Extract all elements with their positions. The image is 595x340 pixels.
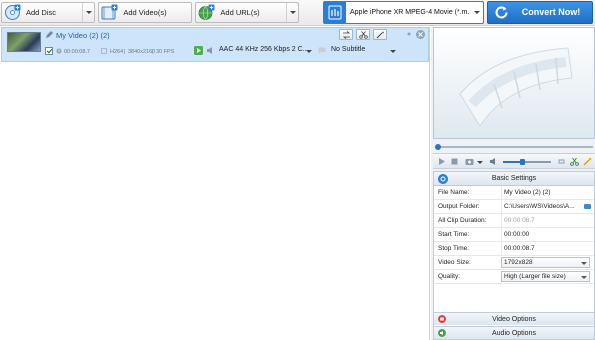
scissors-icon[interactable] bbox=[570, 157, 579, 166]
setting-row-start-time: Start Time: 00:00:00 bbox=[434, 228, 594, 242]
app-window: Add Disc Add Video(s) Add URL(s) Apple i… bbox=[0, 0, 595, 340]
add-url-button[interactable]: Add URL(s) bbox=[195, 2, 299, 23]
setting-row-video-size: Video Size: 1792x828 bbox=[434, 256, 594, 270]
clip-duration-value: 00:00:08.7 bbox=[501, 214, 591, 228]
file-name-field[interactable]: My Video (2) (2) bbox=[501, 186, 591, 200]
setting-key: File Name: bbox=[438, 189, 470, 196]
file-row[interactable]: My Video (2) (2) 00:00:08.7 H264 | 3840x… bbox=[1, 27, 429, 62]
setting-row-file-name: File Name: My Video (2) (2) bbox=[434, 186, 594, 200]
output-profile-label: Apple iPhone XR MPEG-4 Movie (*.m... bbox=[350, 9, 469, 16]
quality-value: High (Larger file size) bbox=[504, 273, 566, 280]
add-url-dropdown-arrow[interactable] bbox=[286, 3, 298, 22]
scissors-icon bbox=[359, 31, 368, 39]
playback-controls bbox=[433, 153, 595, 169]
audio-options-label: Audio Options bbox=[492, 330, 536, 337]
quality-select[interactable]: High (Larger file size) bbox=[501, 271, 590, 282]
refresh-icon bbox=[495, 6, 508, 19]
loop-icon[interactable] bbox=[557, 157, 566, 166]
device-profile-icon bbox=[324, 2, 346, 23]
subtitle-dropdown-icon[interactable] bbox=[390, 50, 396, 53]
film-strip-icon bbox=[459, 47, 573, 126]
settings-panel: Basic Settings File Name: My Video (2) (… bbox=[433, 171, 595, 340]
video-options-section[interactable]: Video Options bbox=[434, 312, 594, 325]
convert-now-button[interactable]: Convert Now! bbox=[487, 1, 593, 24]
magic-wand-icon bbox=[376, 31, 384, 39]
toolbar: Add Disc Add Video(s) Add URL(s) Apple i… bbox=[0, 0, 595, 26]
chevron-down-icon bbox=[581, 276, 587, 279]
audio-track-select[interactable]: AAC 44 KHz 256 Kbps 2 C... bbox=[219, 46, 309, 53]
snapshot-dropdown-icon[interactable] bbox=[477, 161, 483, 164]
seek-track[interactable] bbox=[438, 146, 593, 148]
play-icon[interactable] bbox=[437, 157, 446, 166]
pin-icon[interactable] bbox=[406, 31, 412, 37]
file-checkbox[interactable] bbox=[45, 47, 53, 55]
stop-icon[interactable] bbox=[450, 157, 459, 166]
video-size-select[interactable]: 1792x828 bbox=[501, 257, 590, 268]
basic-settings-header[interactable]: Basic Settings bbox=[434, 172, 594, 186]
magic-wand-icon[interactable] bbox=[583, 157, 592, 166]
chevron-down-icon bbox=[581, 262, 587, 265]
setting-key: All Clip Duration: bbox=[438, 217, 487, 224]
preview-area bbox=[433, 27, 595, 139]
setting-key: Stop Time: bbox=[438, 245, 470, 252]
add-url-label: Add URL(s) bbox=[220, 8, 260, 17]
setting-key: Start Time: bbox=[438, 231, 470, 238]
setting-row-stop-time: Stop Time: 00:00:08.7 bbox=[434, 242, 594, 256]
file-name[interactable]: My Video (2) (2) bbox=[56, 31, 110, 40]
add-disc-button[interactable]: Add Disc bbox=[1, 2, 95, 23]
pencil-icon[interactable] bbox=[45, 31, 53, 39]
speaker-icon bbox=[207, 47, 212, 54]
volume-icon[interactable] bbox=[489, 157, 498, 166]
output-folder-field[interactable]: C:\Users\WS\Videos\A... bbox=[501, 200, 582, 214]
file-duration: 00:00:08.7 bbox=[64, 49, 90, 55]
setting-key: Output Folder: bbox=[438, 203, 480, 210]
right-panel: Basic Settings File Name: My Video (2) (… bbox=[431, 27, 595, 340]
close-icon bbox=[418, 32, 423, 37]
chevron-down-icon bbox=[474, 11, 480, 14]
audio-track-icon bbox=[194, 46, 203, 55]
swap-icon bbox=[342, 31, 351, 39]
video-size-value: 1792x828 bbox=[504, 259, 533, 266]
video-options-label: Video Options bbox=[492, 316, 536, 323]
start-time-field[interactable]: 00:00:00 bbox=[501, 228, 591, 242]
add-disc-label: Add Disc bbox=[25, 8, 56, 17]
effects-button[interactable] bbox=[373, 29, 387, 40]
convert-now-label: Convert Now! bbox=[521, 7, 581, 17]
file-list: My Video (2) (2) 00:00:08.7 H264 | 3840x… bbox=[0, 27, 430, 340]
setting-row-clip-duration: All Clip Duration: 00:00:08.7 bbox=[434, 214, 594, 228]
seek-bar[interactable] bbox=[433, 142, 595, 151]
audio-options-section[interactable]: Audio Options bbox=[434, 326, 594, 339]
subtitle-icon bbox=[318, 47, 326, 54]
setting-row-output-folder: Output Folder: C:\Users\WS\Videos\A... bbox=[434, 200, 594, 214]
stop-time-field[interactable]: 00:00:08.7 bbox=[501, 242, 591, 256]
cut-button[interactable] bbox=[356, 29, 370, 40]
swap-button[interactable] bbox=[339, 29, 353, 40]
seek-knob[interactable] bbox=[435, 144, 441, 150]
setting-row-quality: Quality: High (Larger file size) bbox=[434, 270, 594, 284]
subtitle-select[interactable]: No Subtitle bbox=[331, 46, 365, 53]
file-codec: H264 bbox=[110, 49, 124, 55]
volume-knob[interactable] bbox=[520, 159, 525, 165]
file-fps: 30 FPS bbox=[156, 49, 175, 55]
audio-dropdown-icon[interactable] bbox=[306, 50, 312, 53]
setting-key: Quality: bbox=[438, 273, 461, 280]
add-video-label: Add Video(s) bbox=[123, 8, 167, 17]
basic-settings-title: Basic Settings bbox=[491, 175, 537, 182]
remove-file-button[interactable] bbox=[416, 30, 425, 39]
snapshot-icon[interactable] bbox=[465, 157, 474, 166]
output-profile-select[interactable]: Apple iPhone XR MPEG-4 Movie (*.m... bbox=[323, 1, 484, 24]
setting-key: Video Size: bbox=[438, 259, 471, 266]
clock-icon bbox=[56, 48, 62, 54]
folder-icon[interactable] bbox=[584, 204, 591, 209]
add-video-button[interactable]: Add Video(s) bbox=[98, 2, 192, 23]
video-format-icon bbox=[101, 48, 107, 54]
video-thumbnail bbox=[7, 32, 41, 52]
add-disc-dropdown-arrow[interactable] bbox=[82, 3, 94, 22]
